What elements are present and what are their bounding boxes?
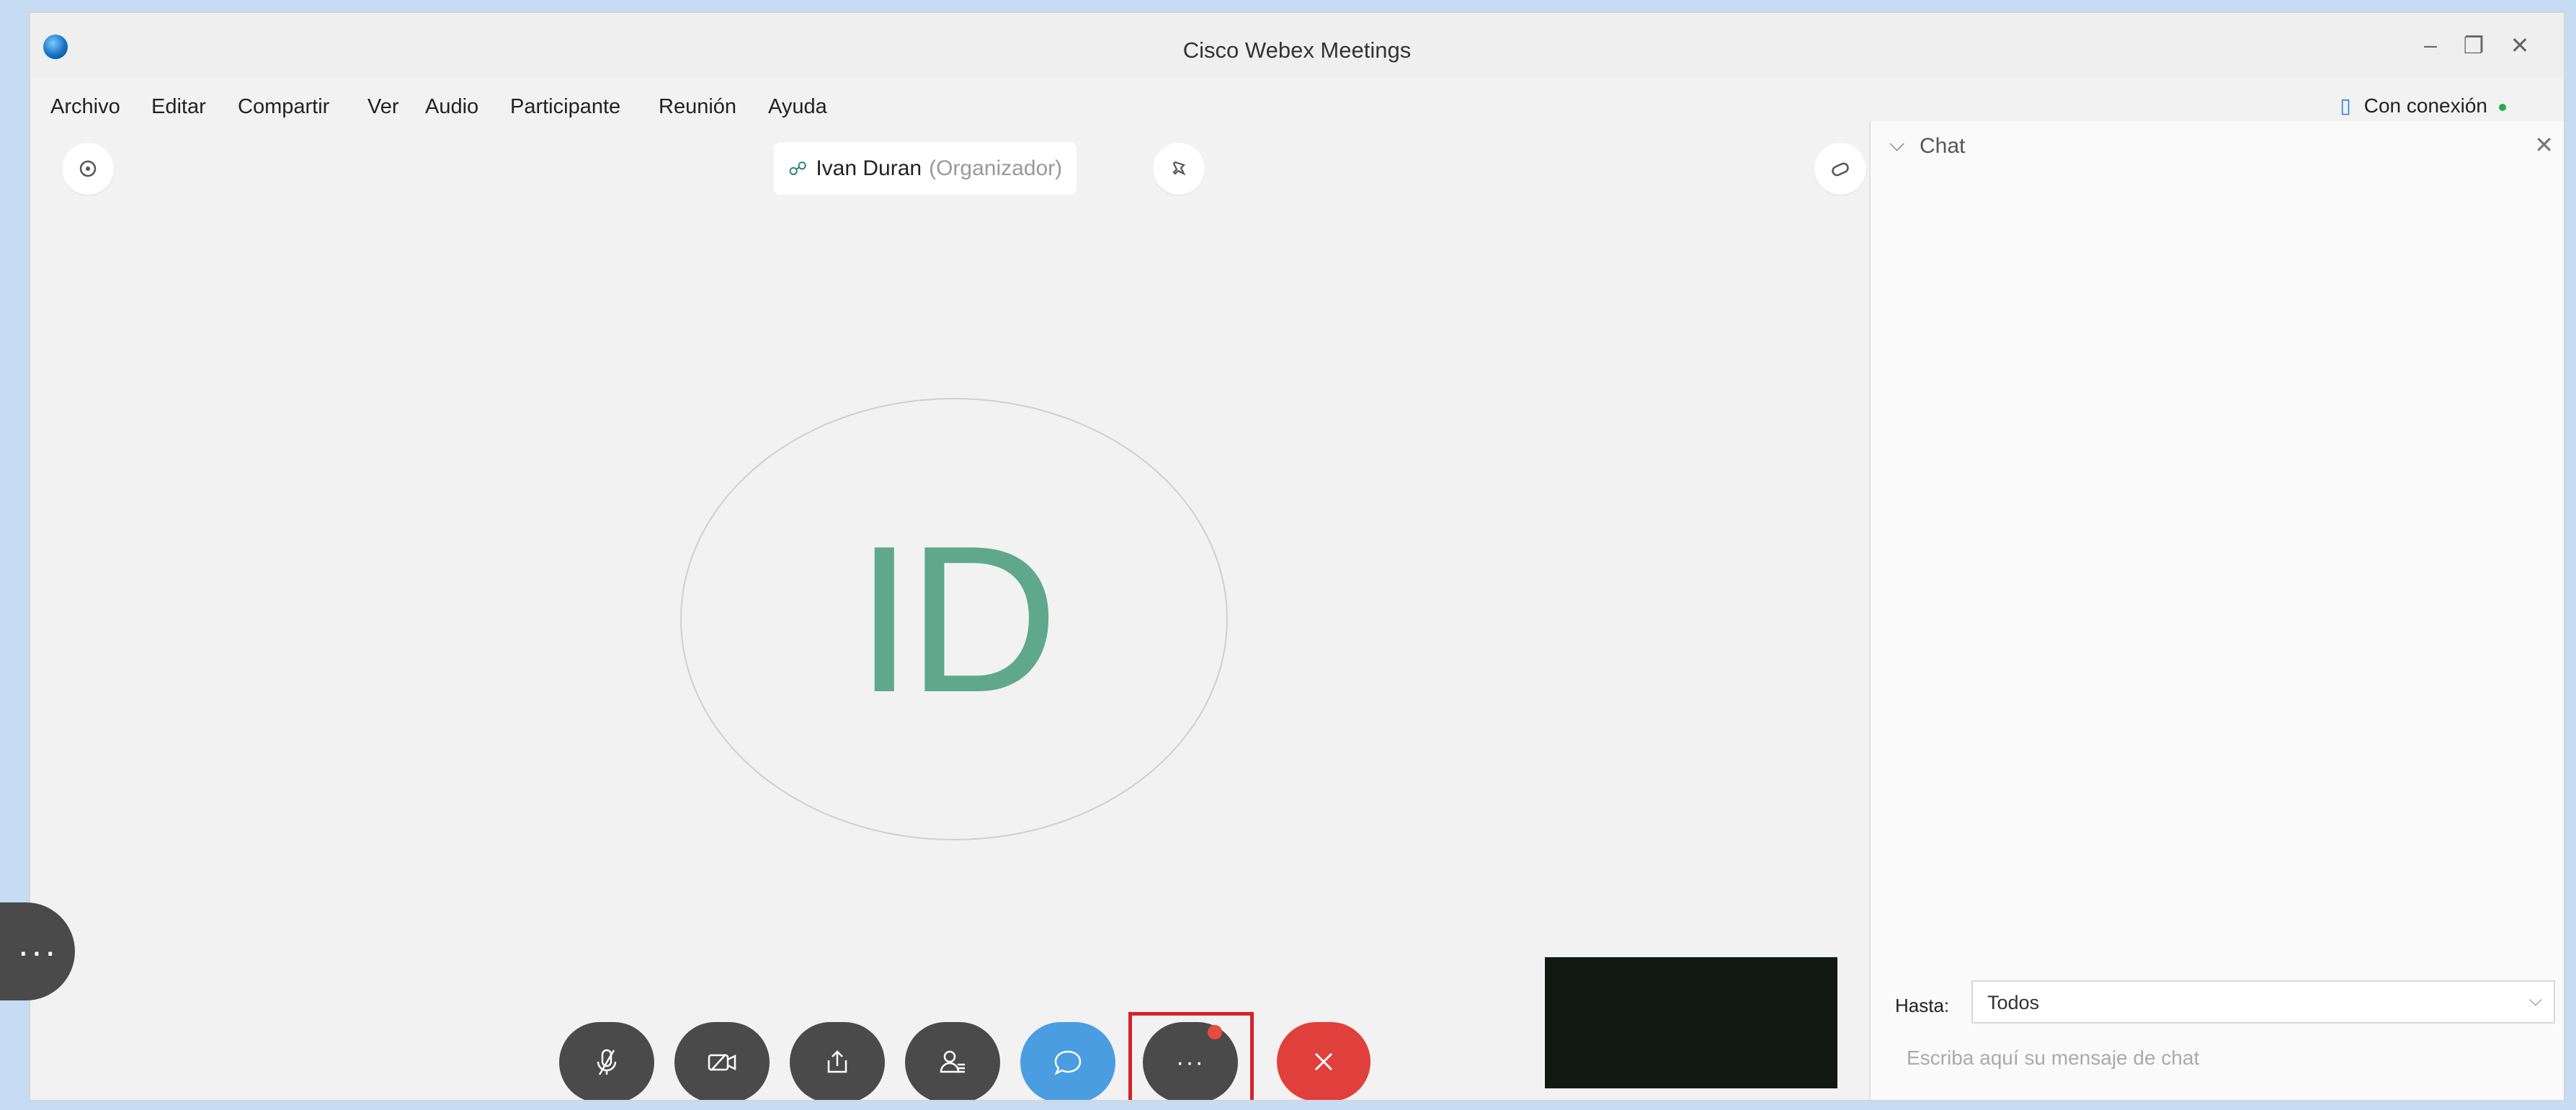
close-window-icon[interactable]: ✕ <box>2502 32 2538 59</box>
active-speaker-label: ☍ Ivan Duran (Organizador) <box>774 143 1077 195</box>
layout-icon <box>1832 162 1849 177</box>
avatar-initials: ID <box>855 502 1059 736</box>
chat-panel: ⌵ Chat ✕ Hasta: Todos ⌵ Escriba aquí su … <box>1869 121 2564 1100</box>
participants-button[interactable] <box>905 1022 1000 1100</box>
share-button[interactable] <box>790 1022 885 1100</box>
webex-window: Cisco Webex Meetings – ❐ ✕ Archivo Edita… <box>29 12 2565 1101</box>
self-view-video[interactable] <box>1545 957 1837 1088</box>
title-bar: Cisco Webex Meetings – ❐ ✕ <box>30 13 2564 78</box>
target-icon <box>79 160 97 177</box>
signal-icon: ▯ <box>2340 94 2351 117</box>
chevron-down-icon: ⌵ <box>2528 990 2542 1010</box>
menu-participante[interactable]: Participante <box>510 95 620 119</box>
chat-icon <box>1054 1050 1082 1075</box>
recipient-select[interactable]: Todos ⌵ <box>1971 980 2555 1024</box>
menu-archivo[interactable]: Archivo <box>50 95 120 119</box>
chat-header[interactable]: ⌵ Chat ✕ <box>1871 121 2564 172</box>
pin-icon <box>1172 161 1186 176</box>
connection-dot-icon <box>2499 103 2506 111</box>
close-chat-icon[interactable]: ✕ <box>2534 131 2554 159</box>
avatar: ID <box>680 398 1228 840</box>
presenter-name: Ivan Duran <box>816 156 922 180</box>
mic-off-icon <box>597 1049 617 1075</box>
connection-status: ▯ Con conexión <box>2340 94 2506 117</box>
participants-icon <box>940 1050 965 1073</box>
presenter-role: (Organizador) <box>929 156 1063 180</box>
leave-button[interactable] <box>1277 1022 1371 1100</box>
menu-compartir[interactable]: Compartir <box>238 95 329 119</box>
pin-button[interactable] <box>1153 143 1205 195</box>
chat-title: Chat <box>1920 134 1966 158</box>
recipient-value: Todos <box>1987 992 2040 1013</box>
notification-dot-icon <box>1208 1025 1222 1039</box>
menu-reunion[interactable]: Reunión <box>659 95 736 119</box>
menu-bar: Archivo Editar Compartir Ver Audio Parti… <box>30 85 2564 125</box>
share-icon <box>827 1050 847 1073</box>
restore-icon[interactable]: ❐ <box>2456 32 2492 59</box>
close-icon <box>1314 1052 1333 1071</box>
menu-ver[interactable]: Ver <box>367 95 399 119</box>
info-button[interactable] <box>62 143 114 195</box>
minimize-icon[interactable]: – <box>2412 32 2448 58</box>
video-button[interactable] <box>674 1022 770 1100</box>
menu-audio[interactable]: Audio <box>425 95 478 119</box>
video-stage: ☍ Ivan Duran (Organizador) ID ··· <box>30 121 1866 1100</box>
chat-button[interactable] <box>1020 1022 1115 1100</box>
presenter-icon: ☍ <box>788 157 808 179</box>
mute-button[interactable] <box>559 1022 654 1100</box>
connection-label: Con conexión <box>2363 94 2487 117</box>
layout-button[interactable] <box>1814 143 1866 195</box>
highlight-box <box>1128 1012 1254 1100</box>
video-off-icon <box>708 1054 736 1071</box>
chevron-down-icon[interactable]: ⌵ <box>1889 133 1904 156</box>
chat-message-input[interactable]: Escriba aquí su mensaje de chat <box>1907 1047 2199 1070</box>
menu-editar[interactable]: Editar <box>151 95 206 119</box>
window-title: Cisco Webex Meetings <box>1182 37 1412 63</box>
recipient-label: Hasta: <box>1895 995 1950 1016</box>
menu-ayuda[interactable]: Ayuda <box>768 95 827 119</box>
